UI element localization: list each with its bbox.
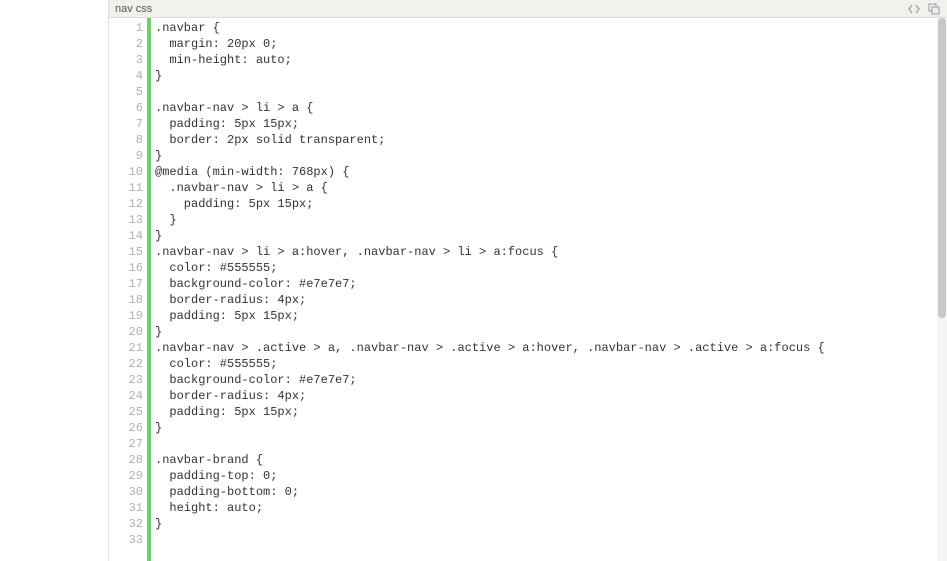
line-number: 8 <box>109 132 143 148</box>
line-number: 22 <box>109 356 143 372</box>
line-number: 32 <box>109 516 143 532</box>
code-icon[interactable] <box>907 2 921 16</box>
code-line[interactable]: background-color: #e7e7e7; <box>155 372 947 388</box>
editor-title: nav css <box>115 3 907 15</box>
line-number: 9 <box>109 148 143 164</box>
header-icons <box>907 2 941 16</box>
line-number: 23 <box>109 372 143 388</box>
code-line[interactable] <box>155 84 947 100</box>
line-number: 30 <box>109 484 143 500</box>
code-line[interactable]: border-radius: 4px; <box>155 292 947 308</box>
code-line[interactable]: .navbar-nav > .active > a, .navbar-nav >… <box>155 340 947 356</box>
line-number: 16 <box>109 260 143 276</box>
line-number: 31 <box>109 500 143 516</box>
code-line[interactable]: } <box>155 228 947 244</box>
line-number: 5 <box>109 84 143 100</box>
code-line[interactable]: height: auto; <box>155 500 947 516</box>
code-line[interactable]: color: #555555; <box>155 356 947 372</box>
code-line[interactable] <box>155 436 947 452</box>
code-line[interactable]: padding: 5px 15px; <box>155 404 947 420</box>
line-number: 26 <box>109 420 143 436</box>
line-number: 19 <box>109 308 143 324</box>
code-line[interactable]: padding: 5px 15px; <box>155 116 947 132</box>
line-number: 7 <box>109 116 143 132</box>
code-line[interactable]: margin: 20px 0; <box>155 36 947 52</box>
code-line[interactable]: } <box>155 212 947 228</box>
line-number: 20 <box>109 324 143 340</box>
line-number: 24 <box>109 388 143 404</box>
line-number: 2 <box>109 36 143 52</box>
code-line[interactable]: padding-top: 0; <box>155 468 947 484</box>
code-line[interactable]: border: 2px solid transparent; <box>155 132 947 148</box>
line-number: 21 <box>109 340 143 356</box>
line-number: 15 <box>109 244 143 260</box>
code-line[interactable]: padding-bottom: 0; <box>155 484 947 500</box>
line-number: 27 <box>109 436 143 452</box>
line-number: 17 <box>109 276 143 292</box>
code-line[interactable]: .navbar-nav > li > a { <box>155 100 947 116</box>
code-line[interactable]: } <box>155 420 947 436</box>
code-line[interactable]: border-radius: 4px; <box>155 388 947 404</box>
editor-body: 1234567891011121314151617181920212223242… <box>109 18 947 561</box>
vertical-scrollbar[interactable] <box>937 18 947 561</box>
line-number: 13 <box>109 212 143 228</box>
code-line[interactable] <box>155 532 947 548</box>
editor-panel: nav css 12345678910111213141516171819202… <box>108 0 947 561</box>
code-line[interactable]: .navbar-nav > li > a { <box>155 180 947 196</box>
line-number: 4 <box>109 68 143 84</box>
editor-header: nav css <box>109 0 947 18</box>
line-number-gutter: 1234567891011121314151617181920212223242… <box>109 18 147 561</box>
line-number: 1 <box>109 20 143 36</box>
code-line[interactable]: } <box>155 148 947 164</box>
code-line[interactable]: @media (min-width: 768px) { <box>155 164 947 180</box>
code-area[interactable]: .navbar { margin: 20px 0; min-height: au… <box>151 18 947 561</box>
code-line[interactable]: .navbar-nav > li > a:hover, .navbar-nav … <box>155 244 947 260</box>
code-line[interactable]: } <box>155 324 947 340</box>
copy-icon[interactable] <box>927 2 941 16</box>
code-line[interactable]: padding: 5px 15px; <box>155 308 947 324</box>
line-number: 3 <box>109 52 143 68</box>
line-number: 6 <box>109 100 143 116</box>
line-number: 33 <box>109 532 143 548</box>
code-line[interactable]: color: #555555; <box>155 260 947 276</box>
scrollbar-thumb[interactable] <box>938 18 946 318</box>
line-number: 18 <box>109 292 143 308</box>
line-number: 25 <box>109 404 143 420</box>
code-line[interactable]: padding: 5px 15px; <box>155 196 947 212</box>
line-number: 14 <box>109 228 143 244</box>
line-number: 12 <box>109 196 143 212</box>
code-line[interactable]: .navbar-brand { <box>155 452 947 468</box>
line-number: 11 <box>109 180 143 196</box>
code-line[interactable]: background-color: #e7e7e7; <box>155 276 947 292</box>
code-line[interactable]: } <box>155 68 947 84</box>
code-line[interactable]: } <box>155 516 947 532</box>
line-number: 10 <box>109 164 143 180</box>
line-number: 29 <box>109 468 143 484</box>
code-line[interactable]: .navbar { <box>155 20 947 36</box>
code-line[interactable]: min-height: auto; <box>155 52 947 68</box>
line-number: 28 <box>109 452 143 468</box>
